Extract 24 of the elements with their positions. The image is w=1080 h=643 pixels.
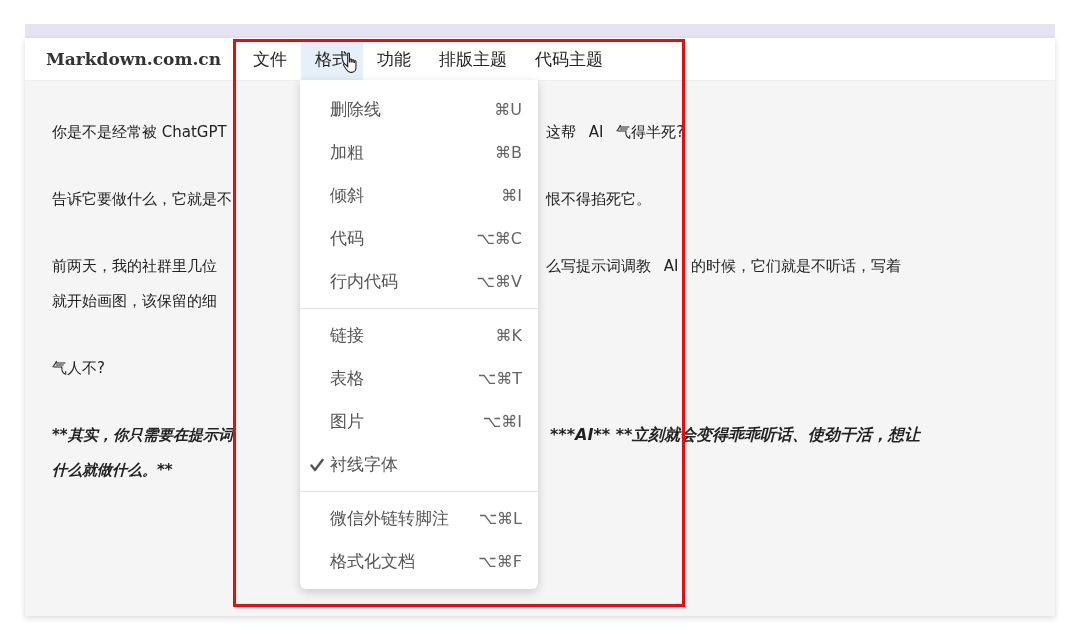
menu-option[interactable]: 倾斜 ⌘I bbox=[300, 174, 538, 217]
text-line: 气人不? bbox=[52, 359, 106, 378]
menu-item[interactable]: 文件 bbox=[239, 38, 301, 80]
menu-option[interactable]: 图片 ⌥⌘I bbox=[300, 400, 538, 443]
text-line: 告诉它要做什么，它就是不 bbox=[52, 190, 233, 209]
menu-option[interactable]: 删除线 ⌘U bbox=[300, 88, 538, 131]
menu-option[interactable]: 微信外链转脚注 ⌥⌘L bbox=[300, 497, 538, 540]
menu-option[interactable]: 行内代码 ⌥⌘V bbox=[300, 260, 538, 303]
menu-option[interactable]: 代码 ⌥⌘C bbox=[300, 217, 538, 260]
menu-option[interactable]: 链接 ⌘K bbox=[300, 314, 538, 357]
menu-item[interactable]: 代码主题 bbox=[521, 38, 617, 80]
menu-option[interactable]: 衬线字体 bbox=[300, 443, 538, 486]
text-line: 就开始画图，该保留的细 bbox=[52, 292, 218, 311]
menu-option[interactable]: 表格 ⌥⌘T bbox=[300, 357, 538, 400]
text-line: 前两天，我的社群里几位 bbox=[52, 257, 218, 276]
text-line: 你是不是经常被 ChatGPT bbox=[52, 123, 228, 142]
text-line: 么写提示词调教 AI 的时候，它们就是不听话，写着 bbox=[546, 257, 902, 276]
text-line: 恨不得掐死它。 bbox=[546, 190, 651, 209]
menu-option[interactable]: 加粗 ⌘B bbox=[300, 131, 538, 174]
menu-option[interactable]: 格式化文档 ⌥⌘F bbox=[300, 540, 538, 583]
text-line: 什么就做什么。** bbox=[52, 461, 174, 480]
menu-item[interactable]: 排版主题 bbox=[425, 38, 521, 80]
app-logo: Markdown.com.cn bbox=[45, 49, 222, 69]
menu-item[interactable]: 功能 bbox=[363, 38, 425, 80]
